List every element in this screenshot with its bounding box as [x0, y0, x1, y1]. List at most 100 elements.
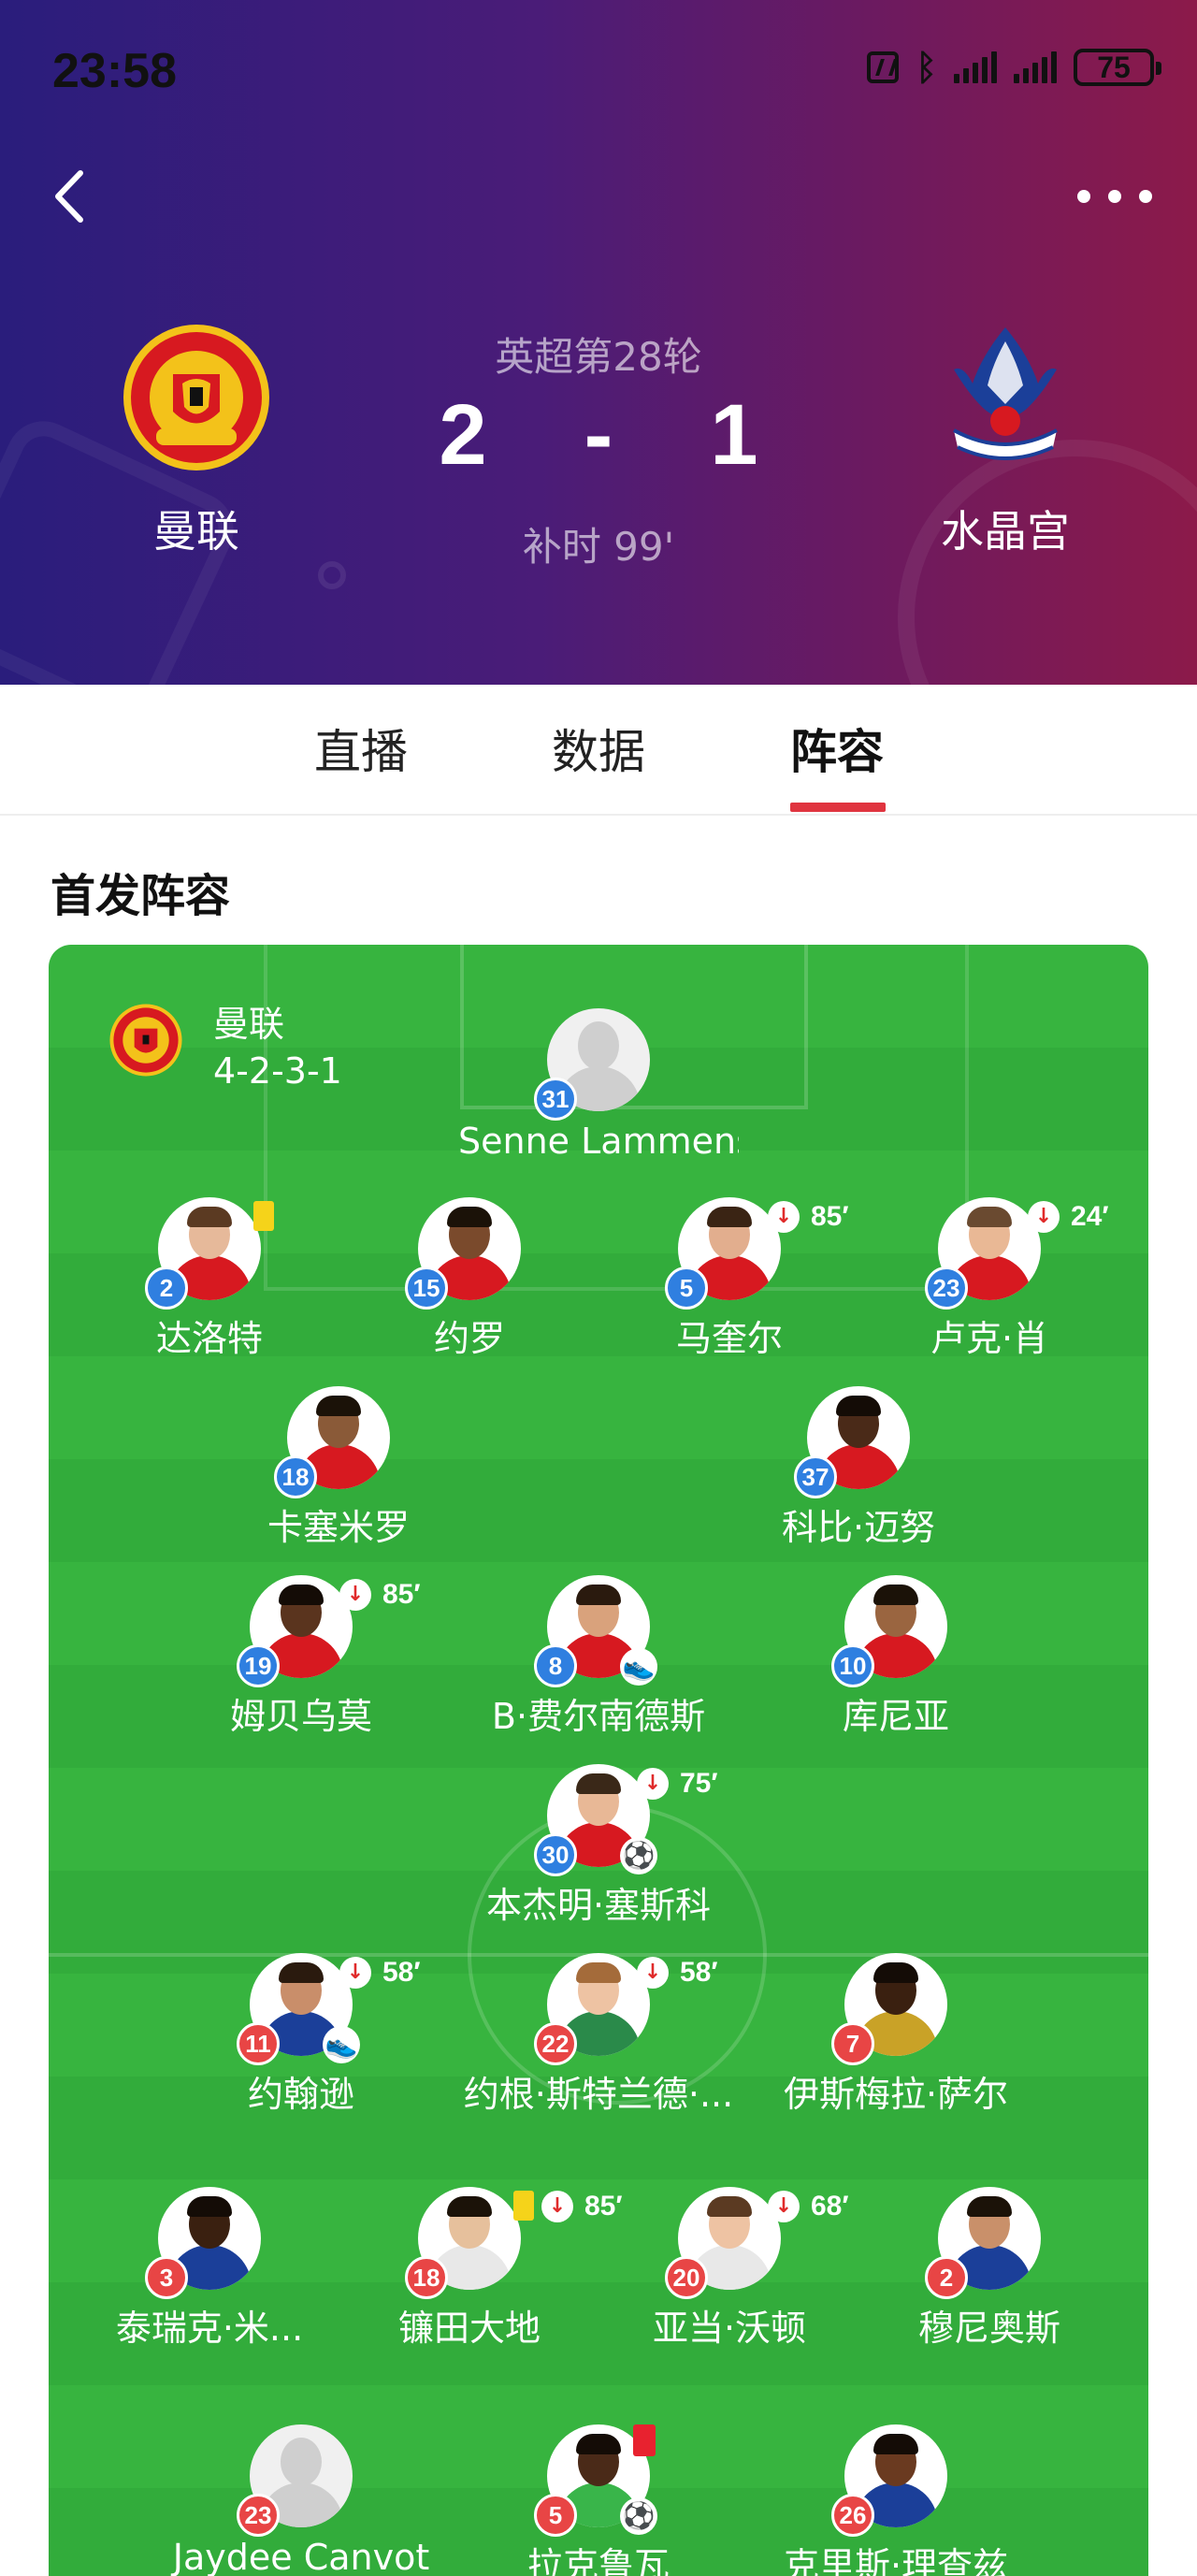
signal-icon: [954, 51, 997, 83]
player-number: 30: [534, 1833, 577, 1876]
player-card[interactable]: 18 卡塞米罗: [198, 1386, 479, 1550]
more-button[interactable]: [1077, 182, 1152, 210]
player-name: 姆贝乌莫: [229, 1696, 372, 1737]
substitution-out: ↓ 75′: [637, 1768, 718, 1800]
substitution-out: ↓ 68′: [768, 2191, 849, 2222]
active-tab-indicator: [790, 803, 886, 812]
battery-level: 75: [1097, 50, 1131, 84]
status-bar: 23:58 ᛒ 75: [0, 37, 1197, 103]
home-team[interactable]: 曼联: [75, 318, 318, 559]
sub-out-arrow-icon: ↓: [637, 1957, 669, 1989]
player-card[interactable]: ↓ 75′ ⚽ 30 本杰明·塞斯科: [458, 1764, 739, 1928]
player-name: 科比·迈努: [781, 1507, 936, 1548]
sub-minute: 24′: [1071, 1201, 1109, 1232]
player-number: 23: [237, 2494, 280, 2537]
sub-out-arrow-icon: ↓: [339, 1579, 371, 1611]
tab-live[interactable]: 直播: [314, 715, 408, 782]
player-card[interactable]: ↓ 68′ 20 亚当·沃顿: [589, 2187, 870, 2351]
sub-minute: 58′: [382, 1957, 421, 1988]
player-number: 5: [665, 1266, 708, 1310]
player-name: B·费尔南德斯: [491, 1696, 706, 1737]
player-number: 23: [925, 1266, 968, 1310]
sub-minute: 68′: [811, 2191, 849, 2221]
sub-out-arrow-icon: ↓: [768, 1201, 800, 1233]
sub-minute: 75′: [680, 1768, 718, 1799]
player-card[interactable]: 3 泰瑞克·米...: [69, 2187, 350, 2351]
home-team-label: 曼联: [213, 1004, 285, 1045]
player-card[interactable]: ↓ 85′ 19 姆贝乌莫: [161, 1575, 441, 1739]
player-name: 克里斯·理查兹: [783, 2545, 1009, 2576]
player-card[interactable]: ↓ 85′ 5 马奎尔: [589, 1197, 870, 1361]
red-card-icon: [633, 2424, 656, 2456]
player-number: 8: [534, 1644, 577, 1687]
player-number: 5: [534, 2494, 577, 2537]
player-number: 18: [405, 2256, 448, 2299]
scoreboard: 2 - 1: [365, 392, 832, 478]
player-card[interactable]: 26 克里斯·理查兹: [756, 2424, 1036, 2576]
player-card[interactable]: 31 Senne Lammens: [458, 1008, 739, 1162]
player-name: 约翰逊: [247, 2074, 354, 2115]
lineup-pitch: 曼联 4-2-3-1 31 Senne Lammens 2 达洛特 15 约罗 …: [49, 945, 1148, 2576]
player-number: 3: [145, 2256, 188, 2299]
player-number: 20: [665, 2256, 708, 2299]
player-card[interactable]: 23 Jaydee Canvot: [161, 2424, 441, 2576]
player-name: 卡塞米罗: [267, 1507, 410, 1548]
player-number: 7: [831, 2022, 874, 2065]
player-name: 约罗: [433, 1318, 505, 1359]
sub-out-arrow-icon: ↓: [1028, 1201, 1060, 1233]
crystal-palace-logo: [953, 327, 1058, 460]
player-card[interactable]: 10 库尼亚: [756, 1575, 1036, 1739]
goal-ball-icon: ⚽: [620, 2497, 657, 2535]
sub-minute: 58′: [680, 1957, 718, 1988]
player-card[interactable]: 👟 8 B·费尔南德斯: [458, 1575, 739, 1739]
player-card[interactable]: 2 达洛特: [69, 1197, 350, 1361]
home-formation: 4-2-3-1: [213, 1050, 342, 1092]
player-name: 马奎尔: [675, 1318, 783, 1359]
substitution-out: ↓ 85′: [339, 1579, 421, 1611]
away-score: 1: [710, 387, 758, 483]
player-number: 10: [831, 1644, 874, 1687]
player-number: 37: [794, 1455, 837, 1498]
sub-out-arrow-icon: ↓: [541, 2191, 573, 2222]
score-separator: -: [584, 387, 613, 483]
tab-stats[interactable]: 数据: [552, 715, 645, 782]
player-card[interactable]: ↓ 58′ 👟 11 约翰逊: [161, 1953, 441, 2117]
player-name: Senne Lammens: [458, 1121, 739, 1162]
home-team-tag: 曼联 4-2-3-1: [107, 1001, 342, 1094]
assist-boot-icon: 👟: [323, 2026, 360, 2063]
sub-minute: 85′: [811, 1201, 849, 1232]
player-card[interactable]: ↓ 58′ 22 约根·斯特兰德·...: [458, 1953, 739, 2117]
substitution-out: ↓ 85′: [768, 1201, 849, 1233]
match-header: 23:58 ᛒ 75 曼联 英超第28轮 2 - 1 补时 99' 水晶宫: [0, 0, 1197, 685]
player-card[interactable]: 7 伊斯梅拉·萨尔: [756, 1953, 1036, 2117]
away-team[interactable]: 水晶宫: [884, 318, 1127, 559]
assist-boot-icon: 👟: [620, 1648, 657, 1686]
back-button[interactable]: [45, 164, 101, 229]
player-card[interactable]: 15 约罗: [329, 1197, 610, 1361]
player-name: 镰田大地: [397, 2308, 541, 2349]
player-card[interactable]: ⚽ 5 拉克鲁瓦: [458, 2424, 739, 2576]
home-score: 2: [439, 387, 487, 483]
player-name: 伊斯梅拉·萨尔: [783, 2074, 1009, 2115]
competition-round: 英超第28轮: [495, 334, 702, 380]
player-number: 18: [274, 1455, 317, 1498]
tab-bar: 直播 数据 阵容: [0, 685, 1197, 816]
player-name: 约根·斯特兰德·...: [463, 2074, 734, 2115]
player-card[interactable]: 2 穆尼奥斯: [849, 2187, 1130, 2351]
status-icons: ᛒ 75: [867, 49, 1161, 86]
tab-lineup[interactable]: 阵容: [790, 715, 884, 782]
player-name: 亚当·沃顿: [652, 2308, 807, 2349]
player-name: Jaydee Canvot: [172, 2537, 430, 2576]
player-name: 泰瑞克·米...: [115, 2308, 304, 2349]
player-name: 库尼亚: [842, 1696, 949, 1737]
player-number: 15: [405, 1266, 448, 1310]
player-card[interactable]: ↓ 85′ 18 镰田大地: [329, 2187, 623, 2351]
substitution-out: ↓ 58′: [339, 1957, 421, 1989]
match-time: 补时 99': [522, 524, 675, 570]
player-number: 2: [145, 1266, 188, 1310]
player-card[interactable]: 37 科比·迈努: [718, 1386, 999, 1550]
substitution-out: ↓ 24′: [1028, 1201, 1109, 1233]
background-decoration: [318, 561, 346, 589]
player-name: 拉克鲁瓦: [526, 2545, 670, 2576]
player-card[interactable]: ↓ 24′ 23 卢克·肖: [849, 1197, 1130, 1361]
